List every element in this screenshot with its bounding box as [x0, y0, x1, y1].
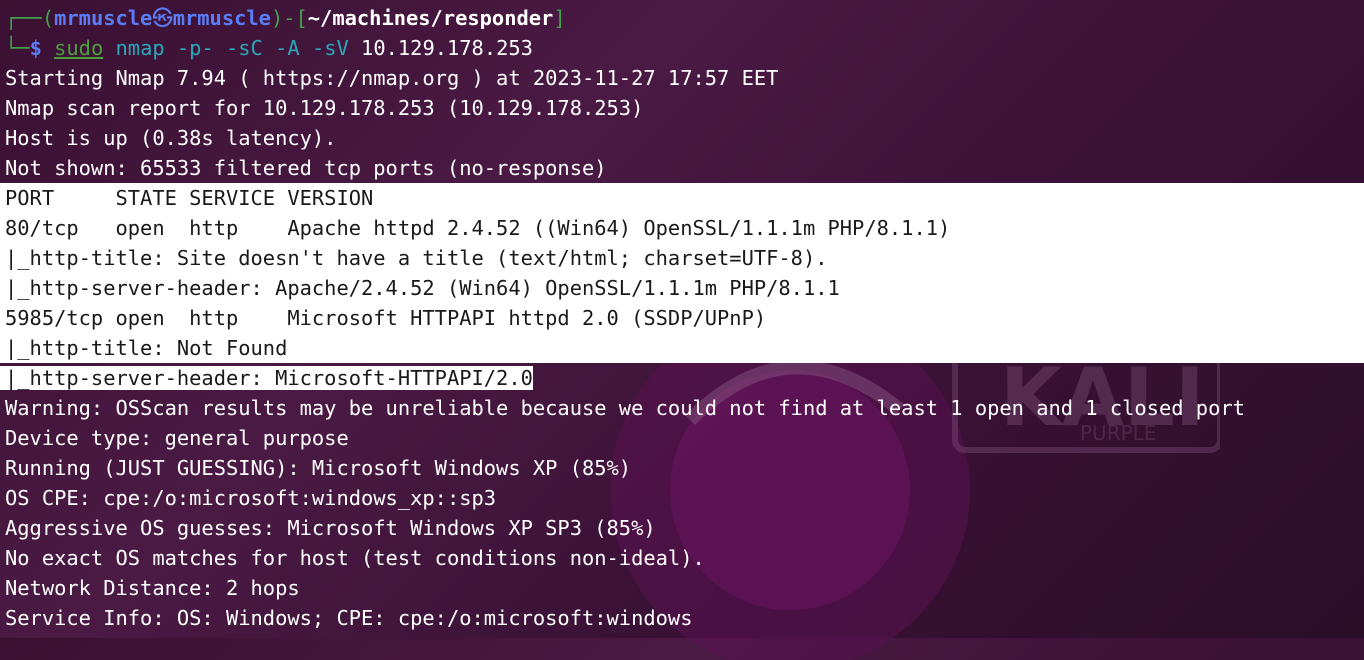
output-line: Device type: general purpose: [5, 426, 349, 450]
prompt-separator: )-[: [270, 6, 308, 30]
output-line: Warning: OSScan results may be unreliabl…: [5, 396, 1245, 420]
prompt-close: ]: [553, 6, 566, 30]
prompt-corner-bottom: └─: [5, 36, 30, 60]
output-line: Network Distance: 2 hops: [5, 576, 300, 600]
terminal-window[interactable]: ┌──(mrmuscle㉿mrmuscle)-[~/machines/respo…: [0, 3, 1364, 633]
output-line: Starting Nmap 7.94 ( https://nmap.org ) …: [5, 66, 779, 90]
command-target: 10.129.178.253: [348, 36, 533, 60]
prompt-corner-top: ┌──(: [5, 6, 55, 30]
output-line: Not shown: 65533 filtered tcp ports (no-…: [5, 156, 607, 180]
selected-output-line: 5985/tcp open http Microsoft HTTPAPI htt…: [0, 303, 1364, 333]
output-line: Nmap scan report for 10.129.178.253 (10.…: [5, 96, 644, 120]
selected-output-line: |_http-title: Site doesn't have a title …: [0, 243, 1364, 273]
selected-output-line: 80/tcp open http Apache httpd 2.4.52 ((W…: [0, 213, 1364, 243]
output-line: OS CPE: cpe:/o:microsoft:windows_xp::sp3: [5, 486, 497, 510]
prompt-line-command[interactable]: └─$ sudo nmap -p- -sC -A -sV 10.129.178.…: [0, 33, 1364, 63]
command-sudo: sudo: [54, 36, 104, 60]
selected-output-line: |_http-server-header: Apache/2.4.52 (Win…: [0, 273, 1364, 303]
prompt-host: mrmuscle: [172, 6, 271, 30]
output-line: Service Info: OS: Windows; CPE: cpe:/o:m…: [5, 606, 693, 630]
output-line: Host is up (0.38s latency).: [5, 126, 337, 150]
selected-text: |_http-server-header: Microsoft-HTTPAPI/…: [0, 366, 533, 390]
prompt-user: mrmuscle: [54, 6, 153, 30]
prompt-line-top: ┌──(mrmuscle㉿mrmuscle)-[~/machines/respo…: [0, 3, 1364, 33]
selected-output-line: PORT STATE SERVICE VERSION: [0, 183, 1364, 213]
output-line: Running (JUST GUESSING): Microsoft Windo…: [5, 456, 632, 480]
prompt-path: ~/machines/responder: [307, 6, 554, 30]
selected-output-line: |_http-title: Not Found: [0, 333, 1364, 363]
output-line: Aggressive OS guesses: Microsoft Windows…: [5, 516, 656, 540]
output-line: No exact OS matches for host (test condi…: [5, 546, 705, 570]
partially-selected-line: |_http-server-header: Microsoft-HTTPAPI/…: [0, 363, 1364, 393]
command-flags: -p- -sC -A -sV: [164, 36, 349, 60]
skull-icon: ㉿: [152, 6, 173, 30]
command-name: nmap: [103, 36, 165, 60]
prompt-dollar: $: [29, 36, 55, 60]
